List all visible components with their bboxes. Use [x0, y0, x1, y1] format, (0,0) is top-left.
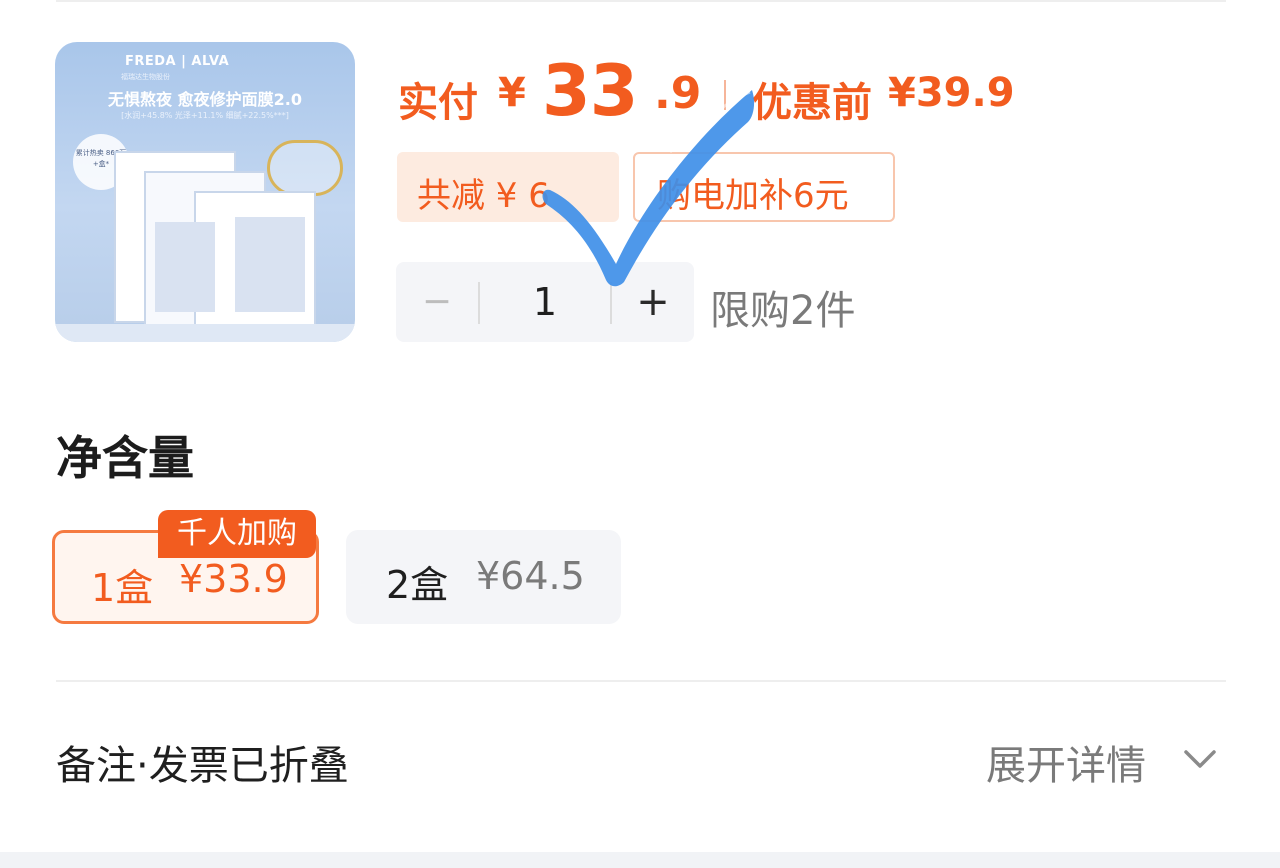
- top-divider: [56, 0, 1226, 2]
- expand-details-link[interactable]: 展开详情: [986, 733, 1146, 791]
- spec-option-2box[interactable]: 2盒 ¥64.5: [346, 530, 621, 624]
- spec-option-qty: 1盒: [91, 566, 154, 610]
- subsidy-chip[interactable]: 购电加补6元: [633, 152, 895, 222]
- paid-label: 实付: [398, 80, 478, 126]
- product-image[interactable]: FREDA | ALVA 福瑞达生物股份 无惧熬夜 愈夜修护面膜2.0 [水润+…: [55, 42, 355, 342]
- price-separator: [724, 80, 726, 110]
- original-price: ¥39.9: [888, 70, 1015, 116]
- quantity-input[interactable]: 1: [480, 262, 610, 342]
- net-content-title: 净含量: [56, 431, 194, 485]
- popular-badge: 千人加购: [158, 510, 316, 558]
- decrease-button[interactable]: −: [396, 262, 478, 342]
- quantity-stepper: − 1 +: [396, 262, 694, 342]
- spec-option-qty: 2盒: [386, 563, 449, 607]
- discount-chip[interactable]: 共减 ¥ 6: [397, 152, 619, 222]
- purchase-limit: 限购2件: [710, 288, 856, 334]
- spec-option-price: ¥64.5: [476, 554, 585, 598]
- spec-option-price: ¥33.9: [179, 557, 288, 601]
- original-price-label: 优惠前: [752, 80, 872, 126]
- section-divider: [56, 680, 1226, 682]
- notes-invoice-label: 备注·发票已折叠: [56, 743, 349, 789]
- paid-currency: ¥: [498, 70, 526, 116]
- chevron-down-icon[interactable]: [1180, 740, 1220, 780]
- paid-price-decimal: .9: [654, 68, 702, 119]
- mask-boxes-illustration: [55, 151, 355, 342]
- bottom-bar: [0, 852, 1280, 868]
- paid-price-integer: 33: [542, 50, 638, 132]
- increase-button[interactable]: +: [612, 262, 694, 342]
